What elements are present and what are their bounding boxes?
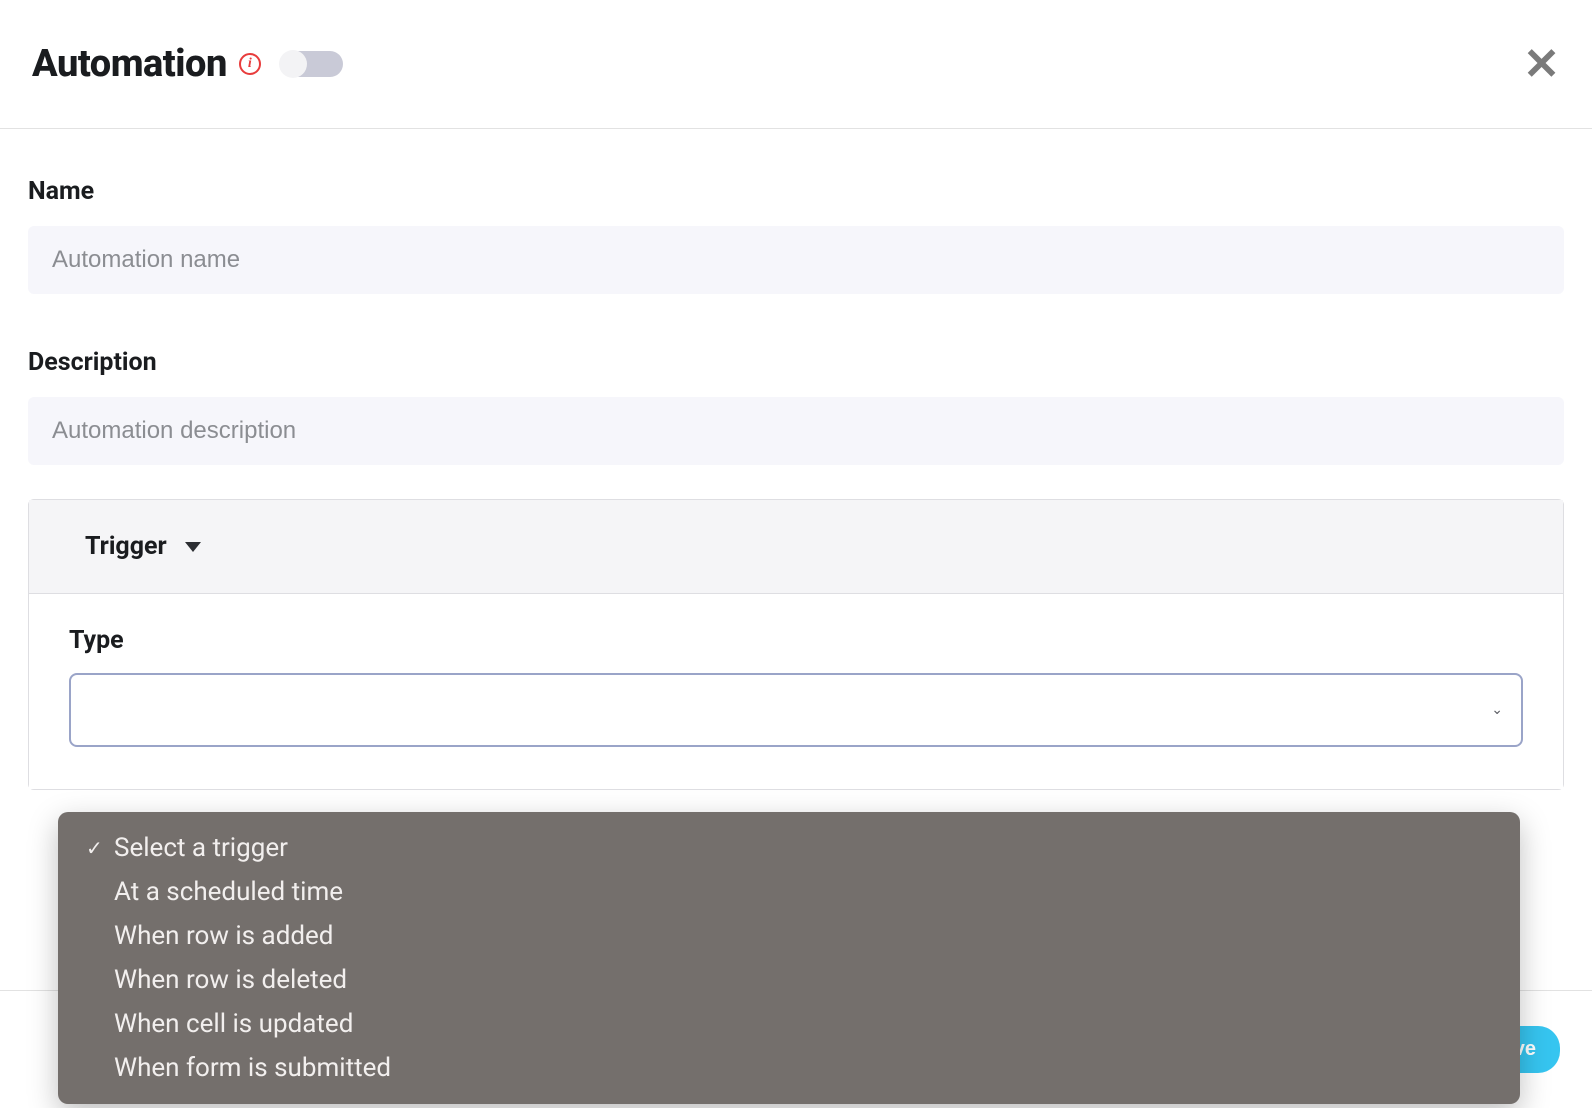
name-input[interactable]: [28, 226, 1564, 294]
error-info-icon[interactable]: [239, 53, 261, 75]
dropdown-option-row-deleted[interactable]: ✓ When row is deleted: [58, 958, 1520, 1002]
dropdown-option-scheduled-time[interactable]: ✓ At a scheduled time: [58, 870, 1520, 914]
modal-header: Automation ✕: [0, 0, 1592, 129]
trigger-type-select[interactable]: ⌄: [69, 673, 1523, 747]
page-title: Automation: [32, 42, 227, 86]
dropdown-option-label: At a scheduled time: [114, 877, 343, 907]
close-icon[interactable]: ✕: [1523, 42, 1560, 86]
trigger-body: Type ⌄: [29, 594, 1563, 789]
trigger-header[interactable]: Trigger: [29, 500, 1563, 594]
toggle-knob: [279, 50, 307, 78]
modal-content: Name Description Trigger Type ⌄: [0, 129, 1592, 790]
select-caret-icon: ⌄: [1491, 702, 1503, 718]
dropdown-option-select-a-trigger[interactable]: ✓ Select a trigger: [58, 826, 1520, 870]
description-label: Description: [28, 348, 1564, 377]
type-label: Type: [69, 626, 1523, 655]
dropdown-option-label: Select a trigger: [114, 833, 288, 863]
dropdown-option-label: When row is added: [114, 921, 333, 951]
dropdown-option-label: When form is submitted: [114, 1053, 391, 1083]
dropdown-option-label: When cell is updated: [114, 1009, 353, 1039]
trigger-title: Trigger: [85, 532, 167, 561]
dropdown-option-form-submitted[interactable]: ✓ When form is submitted: [58, 1046, 1520, 1090]
description-field-group: Description: [28, 348, 1564, 465]
trigger-type-dropdown: ✓ Select a trigger ✓ At a scheduled time…: [58, 812, 1520, 1104]
dropdown-option-cell-updated[interactable]: ✓ When cell is updated: [58, 1002, 1520, 1046]
description-input[interactable]: [28, 397, 1564, 465]
dropdown-option-label: When row is deleted: [114, 965, 347, 995]
trigger-section: Trigger Type ⌄: [28, 499, 1564, 790]
header-left: Automation: [32, 42, 343, 86]
dropdown-option-row-added[interactable]: ✓ When row is added: [58, 914, 1520, 958]
name-label: Name: [28, 177, 1564, 206]
check-icon: ✓: [86, 836, 114, 860]
automation-enabled-toggle[interactable]: [281, 51, 343, 77]
chevron-down-icon: [185, 542, 201, 552]
name-field-group: Name: [28, 177, 1564, 294]
